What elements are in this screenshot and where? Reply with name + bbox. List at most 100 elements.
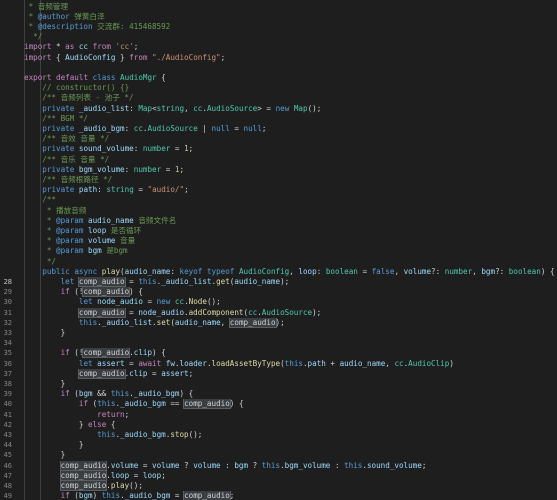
code-token: AudioMgr [120, 72, 157, 82]
code-text: /** BGM */ [12, 114, 557, 124]
code-line[interactable]: public async play(audio_name: keyof type… [0, 267, 557, 277]
code-token: bgm_volume [78, 164, 125, 174]
code-line[interactable]: 37 comp_audio.clip = assert; [0, 368, 557, 379]
code-line[interactable]: 28 let comp_audio = this._audio_list.get… [0, 276, 557, 287]
code-line[interactable]: 30 let node_audio = new cc.Node(); [0, 297, 557, 307]
code-token: if [60, 348, 70, 358]
code-token: : [133, 144, 143, 154]
code-line[interactable]: /** 音乐 音量 */ [0, 155, 557, 165]
line-number: 29 [3, 288, 12, 297]
code-line[interactable]: 33 } [0, 328, 557, 338]
code-line[interactable]: private sound_volume: number = 1; [0, 144, 557, 154]
code-token: sound_volume [366, 460, 422, 470]
code-text: * 播放音频 [12, 206, 557, 216]
code-token: volume [110, 460, 139, 470]
code-line[interactable]: // constructor() {} [0, 83, 557, 93]
code-token: export [24, 72, 52, 82]
code-line[interactable]: /** BGM */ [0, 114, 557, 124]
code-token: ; [161, 470, 166, 480]
code-token: : [124, 164, 134, 174]
highlighted-symbol: comp_audio [59, 470, 108, 481]
code-token: class [92, 72, 116, 82]
code-line[interactable]: import * as cc from 'cc'; [0, 42, 557, 52]
code-line[interactable]: /** 音频列表 - 池子 */ [0, 93, 557, 103]
code-token: 交流群: 415468592 [92, 21, 171, 31]
code-token: /** 音乐 音量 */ [24, 154, 110, 164]
code-token: ) { [129, 287, 143, 297]
code-token: ( [88, 399, 98, 409]
code-line[interactable]: import { AudioConfig } from "./AudioConf… [0, 53, 557, 63]
code-token: _audio_bgm [124, 491, 171, 500]
code-token: string [106, 185, 134, 195]
code-token: let [78, 297, 93, 307]
code-line[interactable]: /** 音效 音量 */ [0, 134, 557, 144]
code-line[interactable]: export default class AudioMgr { [0, 73, 557, 83]
code-line[interactable]: 36 let assert = await fw.loader.loadAsse… [0, 359, 557, 369]
code-line[interactable]: /** [0, 195, 557, 205]
code-token: && [92, 389, 111, 399]
code-text: let node_audio = new cc.Node(); [12, 297, 557, 307]
code-token: ) [92, 491, 102, 500]
code-line[interactable]: /** 音频根路径 */ [0, 175, 557, 185]
code-line[interactable]: * @description 交流群: 415468592 [0, 22, 557, 32]
code-line[interactable]: * 音频管理 [0, 2, 557, 12]
code-line[interactable]: private _audio_bgm: cc.AudioSource | nul… [0, 124, 557, 134]
code-editor[interactable]: * 音频管理 * @author 弹簧白泽 * @description 交流群… [0, 0, 557, 500]
code-token: if [60, 287, 70, 297]
code-line[interactable]: 41 return; [0, 410, 557, 420]
code-token: ) { [179, 389, 194, 399]
code-token: Map [138, 103, 153, 113]
code-token: audio_name [88, 215, 134, 225]
code-line[interactable]: 43 this._audio_bgm.stop(); [0, 430, 557, 440]
highlighted-symbol: comp_audio [77, 276, 126, 287]
code-line[interactable]: 45 } [0, 450, 557, 460]
code-token: (); [307, 103, 322, 113]
code-line[interactable]: 48 comp_audio.play(); [0, 480, 557, 491]
code-token: this [78, 317, 98, 327]
code-line[interactable]: private bgm_volume: number = 1; [0, 165, 557, 175]
code-line[interactable]: private path: string = "audio/"; [0, 185, 557, 195]
code-token: (! [69, 348, 84, 358]
code-line[interactable]: 39 if (bgm && this._audio_bgm) { [0, 389, 557, 399]
code-line[interactable]: * @param volume 音量 [0, 236, 557, 246]
code-token: private [42, 164, 75, 174]
code-line[interactable]: 40 if (this._audio_bgm == comp_audio) { [0, 399, 557, 410]
code-token: volume [152, 460, 180, 470]
code-line[interactable]: 46 comp_audio.volume = volume ? volume :… [0, 460, 557, 471]
code-token: import [24, 42, 52, 52]
code-text: * @param bgm 是bgm [12, 246, 557, 256]
code-line[interactable]: private _audio_list: Map<string, cc.Audi… [0, 104, 557, 114]
code-text: if (!comp_audio) { [12, 287, 557, 298]
code-line[interactable]: 42 } else { [0, 420, 557, 430]
code-line[interactable]: * @param bgm 是bgm [0, 246, 557, 256]
code-text: import { AudioConfig } from "./AudioConf… [12, 53, 557, 63]
code-line[interactable]: 47 comp_audio.loop = loop; [0, 470, 557, 481]
code-line[interactable]: 49 if (bgm) this._audio_bgm = comp_audio… [0, 491, 557, 500]
code-token: * [24, 215, 57, 225]
line-number: 38 [3, 379, 12, 388]
code-line[interactable]: 38 } [0, 379, 557, 389]
code-line[interactable]: * @param loop 是否循环 [0, 226, 557, 236]
code-line[interactable]: 44 } [0, 440, 557, 450]
code-line[interactable]: * 播放音频 [0, 206, 557, 216]
code-token: ; [179, 164, 185, 174]
code-line[interactable]: 35 if (!comp_audio.clip) { [0, 348, 557, 359]
code-token: node_audio [138, 307, 185, 317]
code-token: /** 音频根路径 */ [24, 174, 113, 184]
code-token: ? [179, 460, 194, 470]
code-line[interactable]: 29 if (!comp_audio) { [0, 287, 557, 298]
code-token: this [261, 460, 281, 470]
code-line[interactable]: */ [0, 257, 557, 267]
code-line[interactable]: * @param audio_name 音频文件名 [0, 216, 557, 226]
code-line[interactable]: */ [0, 32, 557, 42]
code-line[interactable]: 31 comp_audio = node_audio.addComponent(… [0, 307, 557, 318]
code-text: comp_audio.play(); [12, 480, 557, 491]
code-line[interactable]: 34 [0, 338, 557, 348]
code-line[interactable] [0, 63, 557, 73]
code-line[interactable]: 32 this._audio_list.set(audio_name, comp… [0, 317, 557, 328]
code-token: : [316, 266, 326, 276]
code-token: cc [133, 123, 143, 133]
code-line[interactable]: * @author 弹簧白泽 [0, 12, 557, 22]
